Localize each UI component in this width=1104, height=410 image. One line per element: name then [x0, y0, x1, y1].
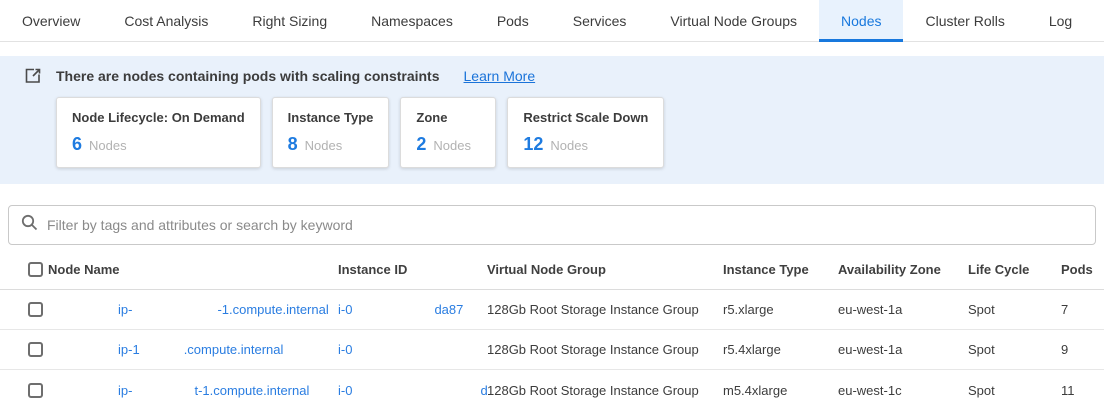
- life-cycle-cell: Spot: [968, 302, 1061, 317]
- tab-log[interactable]: Log: [1027, 0, 1094, 41]
- col-header-instance-id: Instance ID: [338, 262, 487, 277]
- card-node-lifecycle[interactable]: Node Lifecycle: On Demand 6 Nodes: [56, 97, 261, 168]
- card-value: 12: [523, 134, 543, 155]
- tab-bar: Overview Cost Analysis Right Sizing Name…: [0, 0, 1104, 42]
- redacted-text: [352, 394, 480, 395]
- redacted-text: [352, 313, 434, 314]
- instance-id-link[interactable]: i-0: [338, 342, 352, 357]
- life-cycle-cell: Spot: [968, 383, 1061, 398]
- col-header-life-cycle: Life Cycle: [968, 262, 1061, 277]
- search-input[interactable]: [47, 217, 1083, 233]
- scaling-constraints-banner: There are nodes containing pods with sca…: [0, 56, 1104, 184]
- card-value: 6: [72, 134, 82, 155]
- virtual-node-group-cell: 128Gb Root Storage Instance Group: [487, 383, 723, 398]
- scale-up-arrow-icon: [24, 67, 42, 85]
- node-name-link[interactable]: ip-1.compute.internal: [118, 342, 283, 357]
- pods-cell: 9: [1061, 342, 1104, 357]
- availability-zone-cell: eu-west-1a: [838, 302, 968, 317]
- card-unit: Nodes: [433, 138, 471, 153]
- tab-services[interactable]: Services: [551, 0, 649, 41]
- constraint-cards: Node Lifecycle: On Demand 6 Nodes Instan…: [56, 97, 1080, 168]
- nodes-table: Node Name Instance ID Virtual Node Group…: [0, 250, 1104, 410]
- tab-cluster-rolls[interactable]: Cluster Rolls: [903, 0, 1026, 41]
- tab-right-sizing[interactable]: Right Sizing: [230, 0, 349, 41]
- instance-type-cell: r5.xlarge: [723, 302, 838, 317]
- card-title: Instance Type: [288, 110, 374, 125]
- filter-search-bar: [8, 205, 1096, 245]
- table-header-row: Node Name Instance ID Virtual Node Group…: [0, 250, 1104, 290]
- col-header-pods: Pods: [1061, 262, 1104, 277]
- availability-zone-cell: eu-west-1c: [838, 383, 968, 398]
- col-header-virtual-node-group: Virtual Node Group: [487, 262, 723, 277]
- redacted-text: [140, 353, 184, 354]
- select-all-checkbox[interactable]: [28, 262, 43, 277]
- col-header-availability-zone: Availability Zone: [838, 262, 968, 277]
- tab-nodes[interactable]: Nodes: [819, 0, 903, 41]
- life-cycle-cell: Spot: [968, 342, 1061, 357]
- col-header-node-name: Node Name: [48, 262, 338, 277]
- availability-zone-cell: eu-west-1a: [838, 342, 968, 357]
- tab-virtual-node-groups[interactable]: Virtual Node Groups: [648, 0, 819, 41]
- col-header-instance-type: Instance Type: [723, 262, 838, 277]
- card-instance-type[interactable]: Instance Type 8 Nodes: [272, 97, 390, 168]
- virtual-node-group-cell: 128Gb Root Storage Instance Group: [487, 342, 723, 357]
- row-checkbox[interactable]: [28, 383, 43, 398]
- card-unit: Nodes: [550, 138, 588, 153]
- instance-id-link[interactable]: i-0da87: [338, 302, 463, 317]
- row-checkbox[interactable]: [28, 342, 43, 357]
- card-unit: Nodes: [305, 138, 343, 153]
- search-icon: [21, 214, 38, 236]
- banner-message: There are nodes containing pods with sca…: [56, 68, 440, 84]
- card-restrict-scale-down[interactable]: Restrict Scale Down 12 Nodes: [507, 97, 664, 168]
- redacted-text: [132, 394, 194, 395]
- card-zone[interactable]: Zone 2 Nodes: [400, 97, 496, 168]
- instance-id-link[interactable]: i-0d: [338, 383, 488, 398]
- table-row: ip--1.compute.internal i-0da87 128Gb Roo…: [0, 290, 1104, 330]
- card-unit: Nodes: [89, 138, 127, 153]
- pods-cell: 7: [1061, 302, 1104, 317]
- tab-cost-analysis[interactable]: Cost Analysis: [102, 0, 230, 41]
- card-title: Node Lifecycle: On Demand: [72, 110, 245, 125]
- tab-namespaces[interactable]: Namespaces: [349, 0, 475, 41]
- instance-type-cell: r5.4xlarge: [723, 342, 838, 357]
- row-checkbox[interactable]: [28, 302, 43, 317]
- card-title: Restrict Scale Down: [523, 110, 648, 125]
- card-value: 2: [416, 134, 426, 155]
- card-value: 8: [288, 134, 298, 155]
- tab-overview[interactable]: Overview: [0, 0, 102, 41]
- learn-more-link[interactable]: Learn More: [464, 68, 536, 84]
- card-title: Zone: [416, 110, 480, 125]
- table-row: ip-t-1.compute.internal i-0d 128Gb Root …: [0, 370, 1104, 410]
- table-row: ip-1.compute.internal i-0 128Gb Root Sto…: [0, 330, 1104, 370]
- redacted-text: [132, 313, 217, 314]
- node-name-link[interactable]: ip-t-1.compute.internal: [118, 383, 309, 398]
- virtual-node-group-cell: 128Gb Root Storage Instance Group: [487, 302, 723, 317]
- instance-type-cell: m5.4xlarge: [723, 383, 838, 398]
- pods-cell: 11: [1061, 383, 1104, 398]
- tab-pods[interactable]: Pods: [475, 0, 551, 41]
- node-name-link[interactable]: ip--1.compute.internal: [118, 302, 329, 317]
